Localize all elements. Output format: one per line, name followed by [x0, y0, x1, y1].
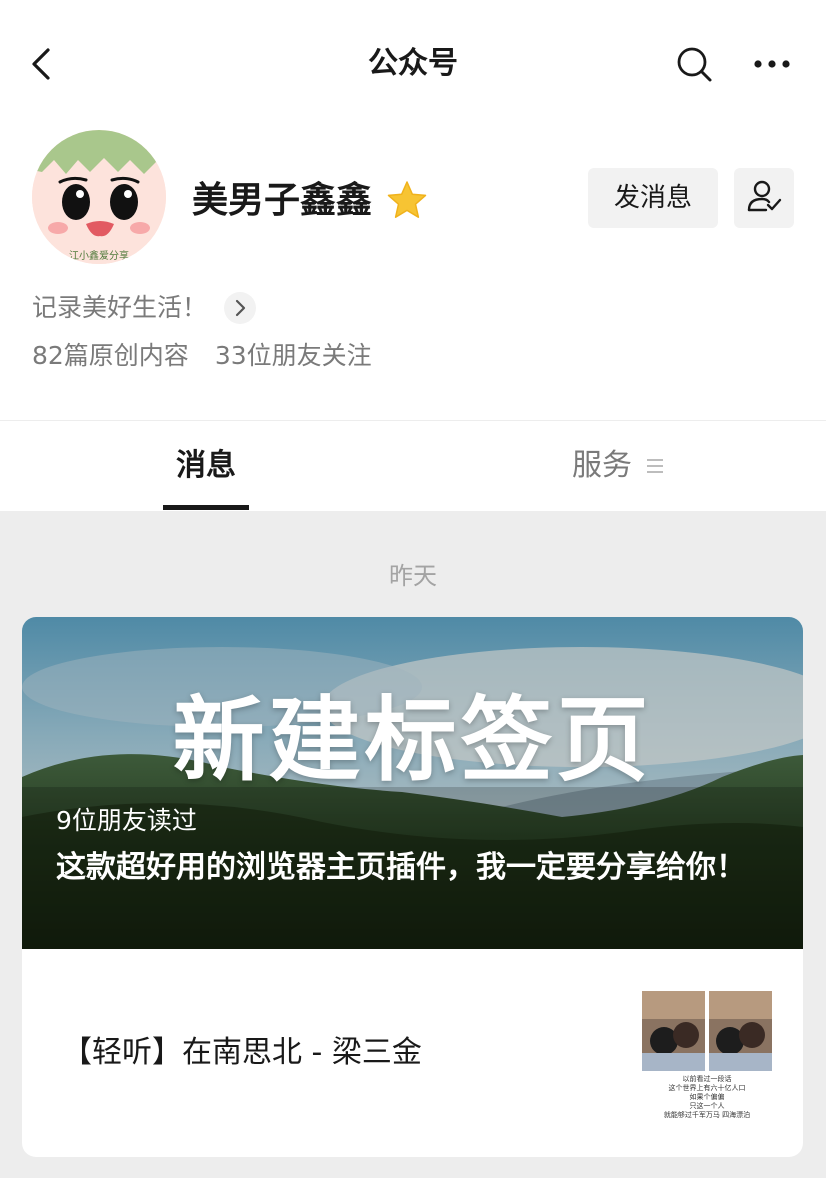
sub-article-thumbnail: 以前看过一段话 这个世界上有六十亿人口 如果个偏偏 只这一个人 就能够过千军万马… [642, 991, 772, 1121]
date-divider: 昨天 [389, 562, 437, 590]
friends-following-count[interactable]: 33位朋友关注 [215, 341, 372, 370]
avatar-caption: 江小鑫爱分享 [69, 251, 129, 262]
menu-icon [647, 459, 663, 473]
more-dots-icon [754, 60, 790, 68]
more-button[interactable] [750, 42, 794, 86]
cartoon-face-icon [32, 130, 166, 264]
account-name: 美男子鑫鑫 [192, 180, 373, 221]
bio-expand-button[interactable] [224, 292, 256, 324]
search-icon [677, 47, 712, 82]
friends-read-count: 9位朋友读过 [56, 806, 197, 835]
user-check-icon [747, 180, 782, 212]
send-message-button[interactable]: 发消息 [588, 168, 718, 228]
follow-status-button[interactable] [734, 168, 794, 228]
sub-article[interactable]: 【轻听】在南思北 - 梁三金 以前看过一段话 这个世界上有六十亿人口 如果个偏偏… [22, 949, 803, 1157]
cover-headline: 新建标签页 [172, 687, 653, 794]
profile-header: 公众号 江小鑫爱分享 美男子鑫鑫 发消息 记录美好生活！ 82篇原创内容 33位… [0, 0, 826, 420]
main-article-title: 这款超好用的浏览器主页插件，我一定要分享给你！ [56, 850, 746, 885]
avatar[interactable]: 江小鑫爱分享 [32, 130, 166, 264]
chevron-right-icon [235, 299, 246, 317]
sub-article-title: 【轻听】在南思北 - 梁三金 [62, 1035, 422, 1070]
thumbnail-image [642, 991, 772, 1071]
article-card: 新建标签页 9位朋友读过 这款超好用的浏览器主页插件，我一定要分享给你！ 【轻听… [22, 617, 803, 1157]
active-tab-indicator [163, 505, 249, 510]
tab-bar: 消息 服务 [0, 421, 826, 511]
tab-messages[interactable]: 消息 [163, 421, 249, 511]
main-article[interactable]: 新建标签页 9位朋友读过 这款超好用的浏览器主页插件，我一定要分享给你！ [22, 617, 803, 949]
account-stats: 82篇原创内容 33位朋友关注 [32, 336, 372, 376]
star-icon [387, 181, 427, 218]
chevron-left-icon [32, 48, 50, 80]
original-content-count[interactable]: 82篇原创内容 [32, 341, 189, 370]
search-button[interactable] [674, 42, 714, 86]
thumbnail-caption: 以前看过一段话 这个世界上有六十亿人口 如果个偏偏 只这一个人 就能够过千军万马… [663, 1075, 751, 1119]
back-button[interactable] [22, 42, 62, 86]
account-bio[interactable]: 记录美好生活！ [32, 288, 207, 328]
